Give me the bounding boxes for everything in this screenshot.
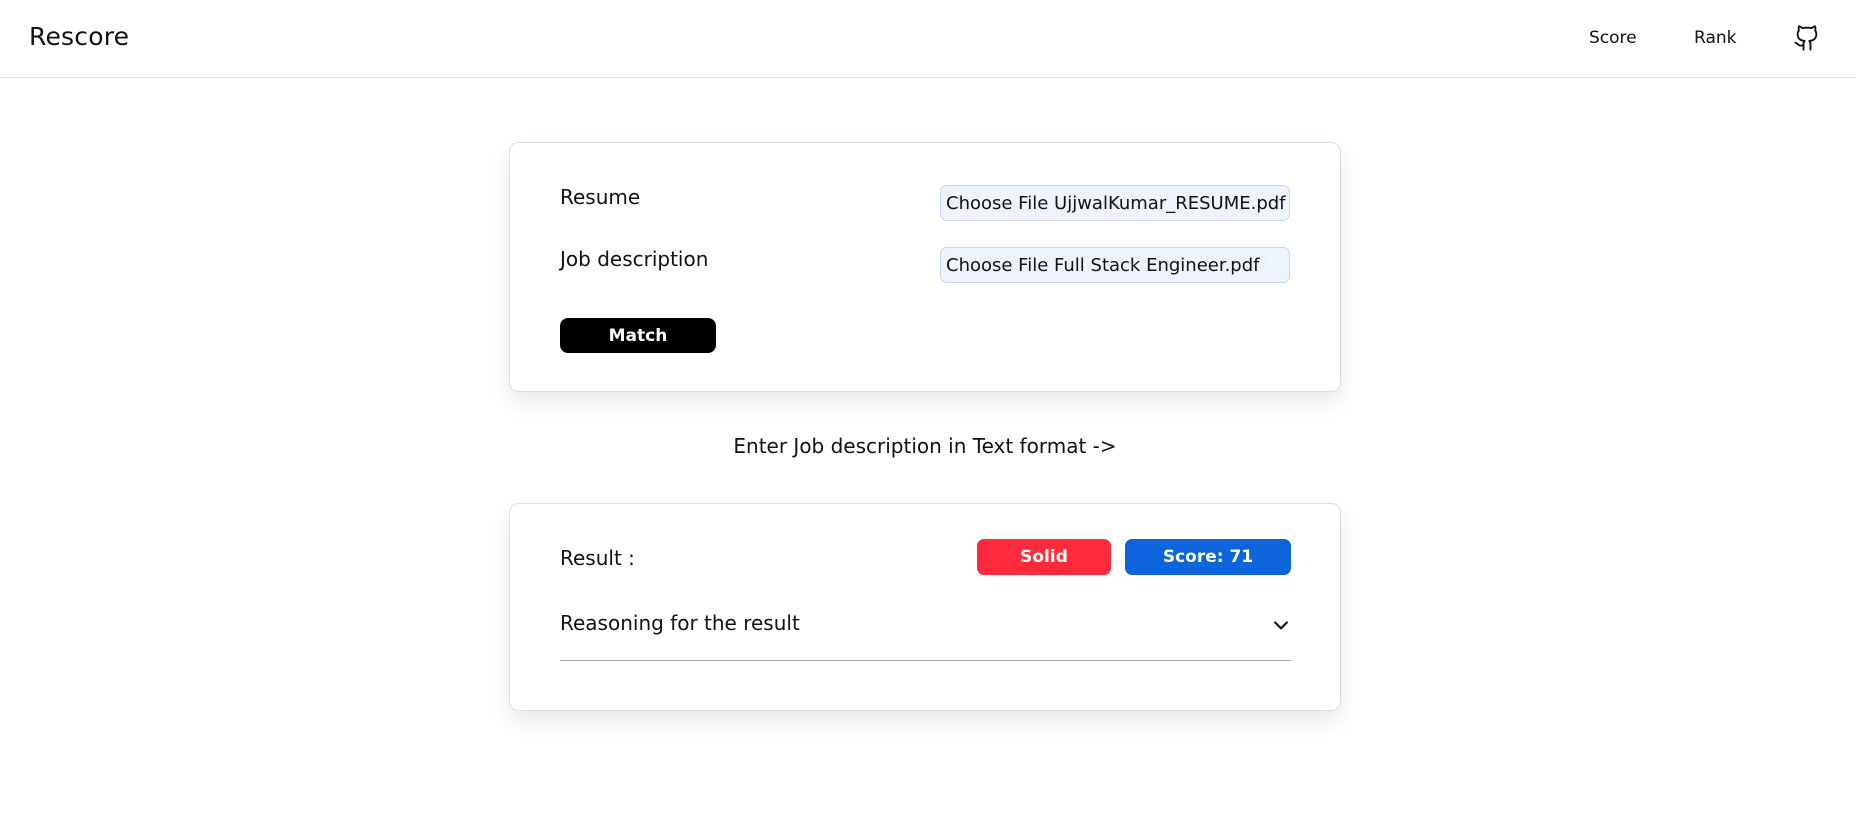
brand-logo[interactable]: Rescore [29, 22, 129, 51]
nav-link-rank[interactable]: Rank [1694, 28, 1736, 48]
upload-card: Resume Choose File UjjwalKumar_RESUME.pd… [509, 142, 1341, 392]
score-badge: Score: 71 [1125, 539, 1291, 575]
resume-label: Resume [560, 185, 641, 209]
github-icon[interactable] [1793, 24, 1821, 52]
top-navbar: Rescore Score Rank [0, 0, 1856, 78]
resume-file-input[interactable]: Choose File UjjwalKumar_RESUME.pdf [940, 185, 1290, 221]
result-card: Result : Solid Score: 71 Reasoning for t… [509, 503, 1341, 711]
verdict-badge: Solid [977, 539, 1111, 575]
match-button[interactable]: Match [560, 318, 716, 353]
nav-link-score[interactable]: Score [1589, 28, 1637, 48]
job-description-file-input[interactable]: Choose File Full Stack Engineer.pdf [940, 247, 1290, 283]
job-description-label: Job description [560, 247, 709, 271]
job-description-text-link[interactable]: Enter Job description in Text format -> [0, 434, 1850, 458]
result-label: Result : [560, 546, 635, 570]
reasoning-accordion[interactable]: Reasoning for the result [560, 611, 1291, 661]
chevron-down-icon[interactable] [1271, 615, 1291, 635]
reasoning-label: Reasoning for the result [560, 611, 800, 635]
